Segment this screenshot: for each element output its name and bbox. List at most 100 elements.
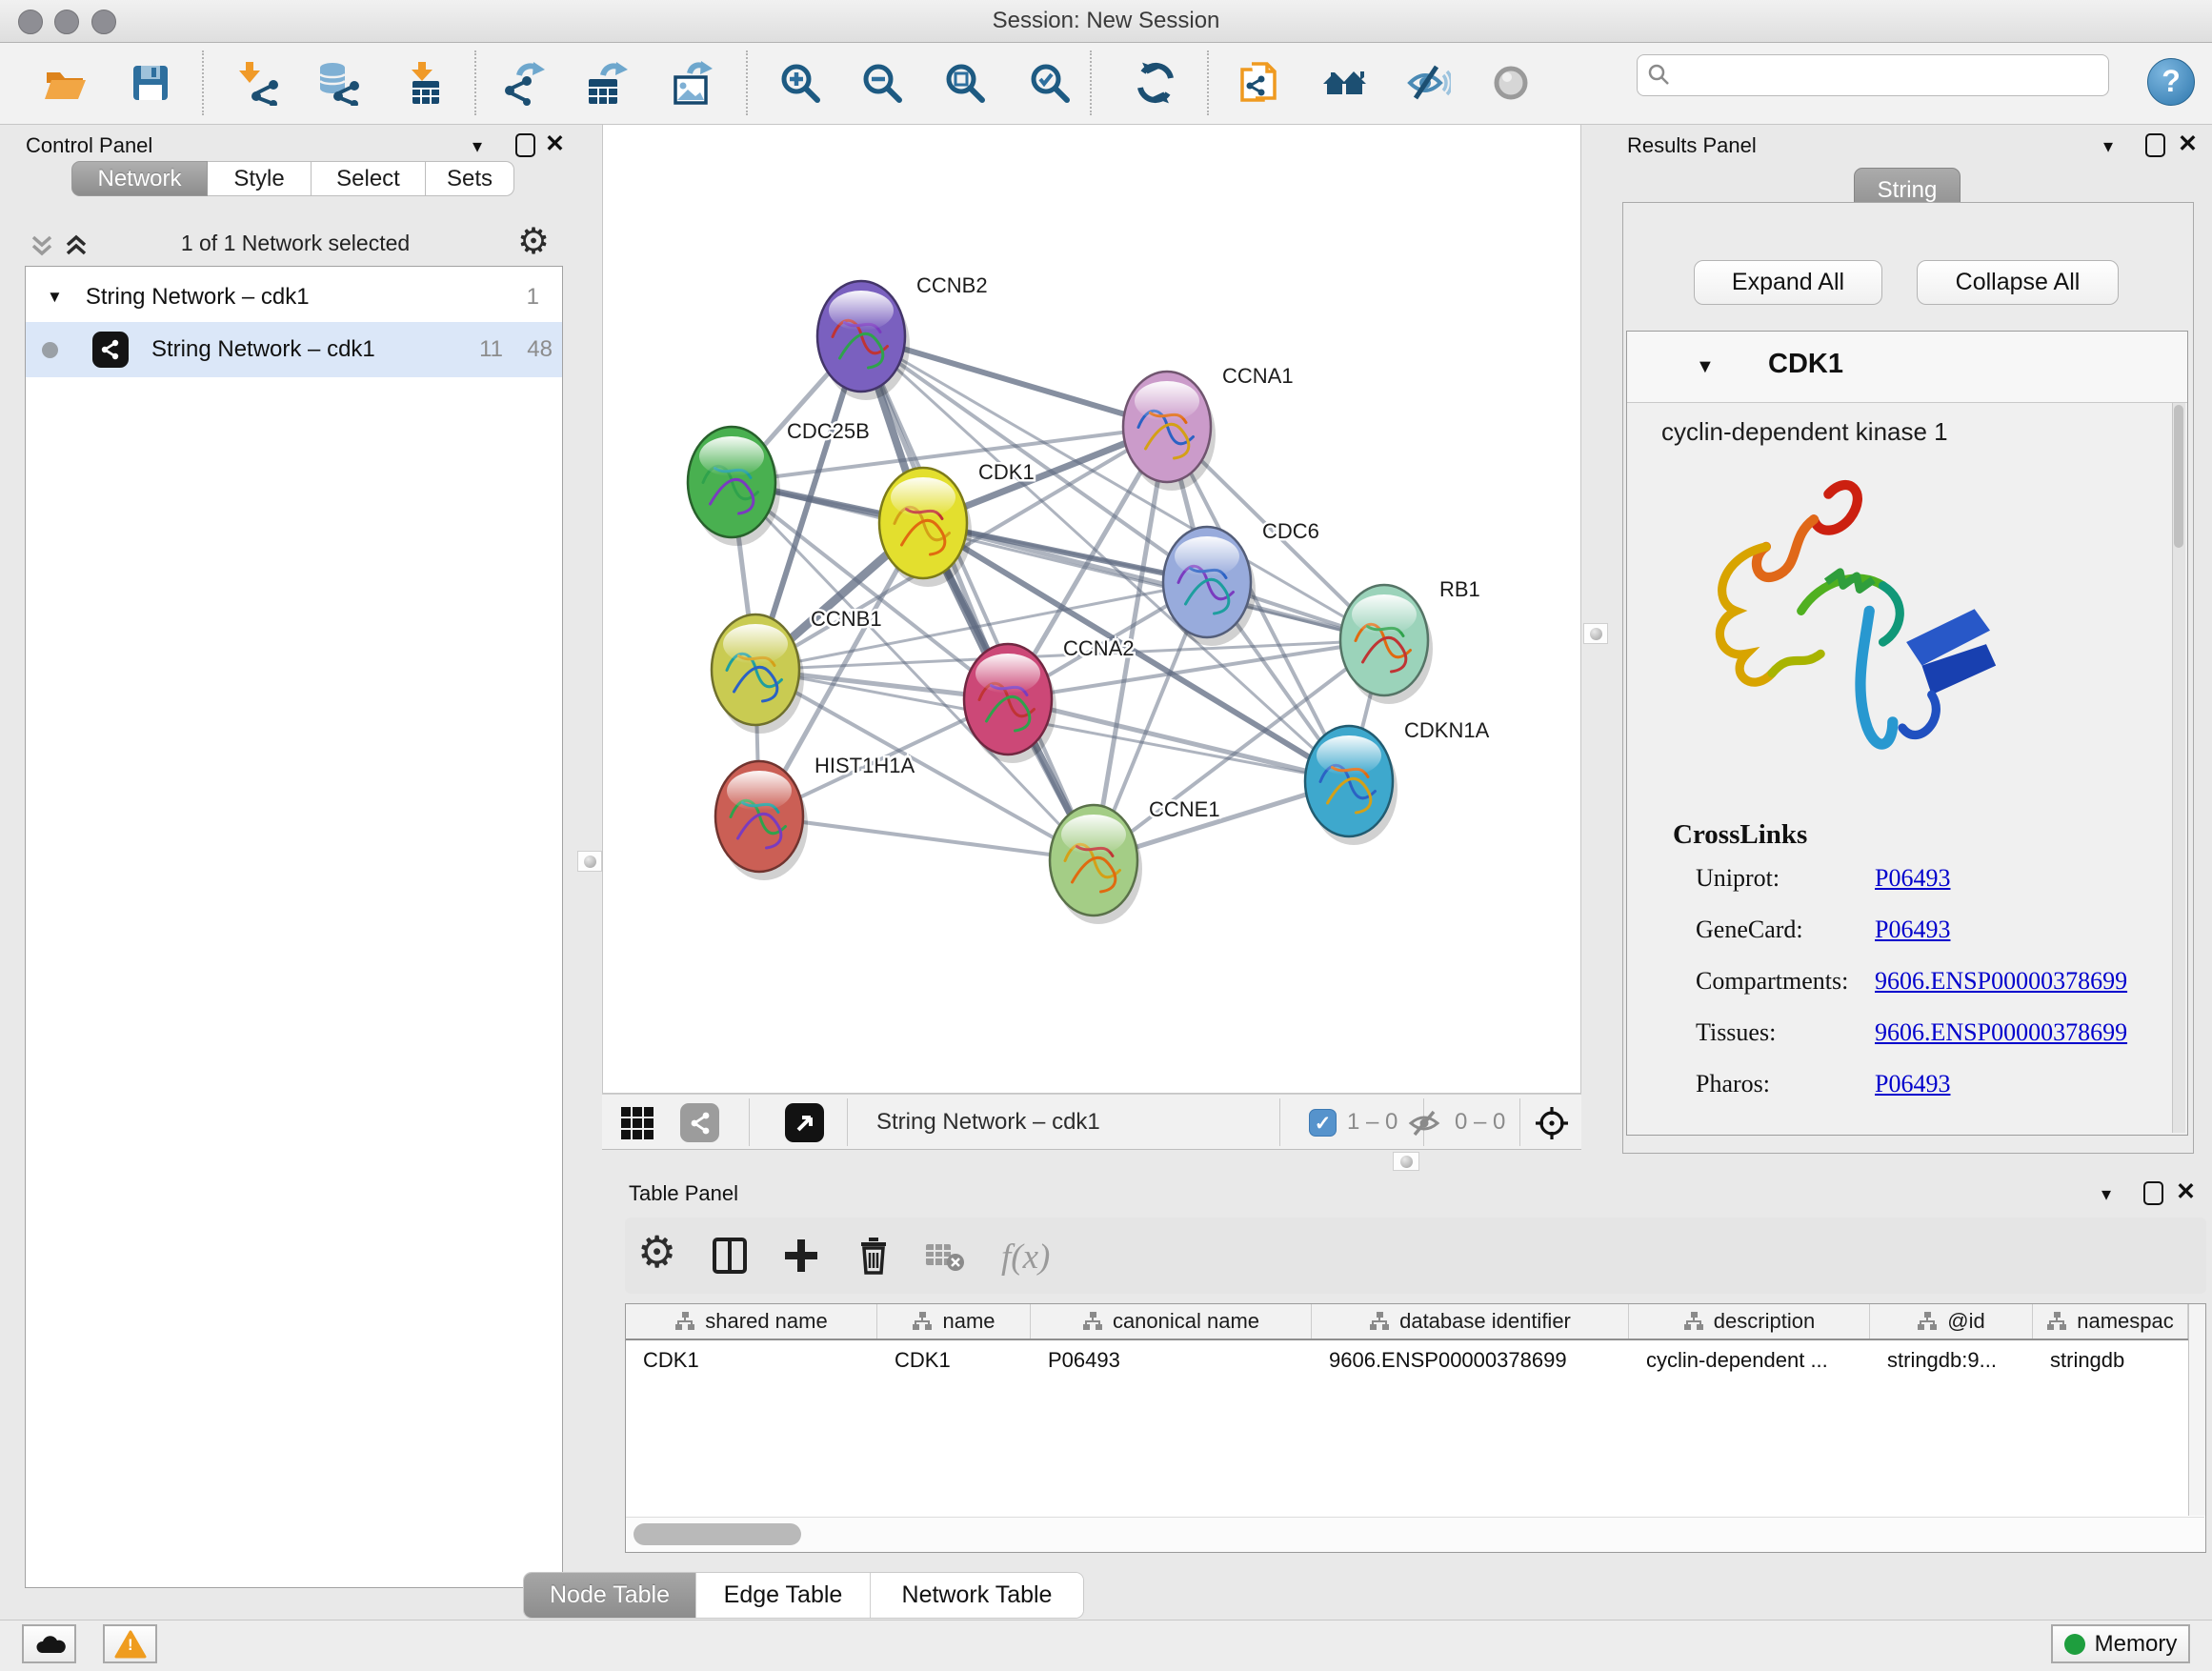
- import-network-file-icon[interactable]: [235, 60, 281, 106]
- tab-style[interactable]: Style: [208, 161, 312, 196]
- tab-network-table[interactable]: Network Table: [871, 1573, 1083, 1618]
- expand-all-networks-icon[interactable]: [63, 232, 90, 264]
- memory-status-dot: [2064, 1634, 2085, 1655]
- import-network-database-icon[interactable]: [315, 60, 361, 106]
- table-horizontal-scrollbar[interactable]: [626, 1517, 2204, 1552]
- zoom-out-icon[interactable]: [859, 60, 905, 106]
- refresh-icon[interactable]: [1133, 60, 1178, 106]
- crosslink-link[interactable]: P06493: [1875, 916, 1950, 944]
- results-scrollbar[interactable]: [2172, 403, 2185, 1133]
- clone-network-icon[interactable]: [1237, 60, 1282, 106]
- column-header-canonical-name[interactable]: canonical name: [1031, 1304, 1312, 1339]
- collection-count: 1: [527, 284, 539, 311]
- export-table-icon[interactable]: [584, 60, 630, 106]
- control-panel-float-icon[interactable]: [515, 133, 535, 157]
- hide-selected-icon[interactable]: [1405, 60, 1451, 106]
- export-image-icon[interactable]: [669, 60, 714, 106]
- tab-sets[interactable]: Sets: [426, 161, 514, 196]
- create-column-icon[interactable]: [780, 1235, 822, 1281]
- tab-select[interactable]: Select: [312, 161, 426, 196]
- table-panel-menu-icon[interactable]: ▾: [2101, 1182, 2111, 1206]
- show-all-icon[interactable]: [1488, 60, 1534, 106]
- tab-edge-table[interactable]: Edge Table: [696, 1573, 871, 1618]
- column-header-label: description: [1714, 1309, 1815, 1334]
- open-in-new-window-icon[interactable]: [785, 1103, 824, 1142]
- hidden-node-edge-counts: 0 – 0: [1455, 1109, 1505, 1136]
- node-label-ccnb1: CCNB1: [811, 607, 882, 631]
- warnings-button[interactable]: !: [103, 1624, 157, 1663]
- search-input[interactable]: [1679, 57, 2102, 93]
- network-overview-share-icon[interactable]: [680, 1103, 719, 1142]
- bottom-splitter-handle[interactable]: [1393, 1152, 1419, 1171]
- results-panel-close-icon[interactable]: ✕: [2178, 130, 2198, 158]
- cloud-status-button[interactable]: [22, 1624, 76, 1663]
- node-details-section: ▼ CDK1 cyclin-dependent kinase 1 CrossLi…: [1626, 331, 2188, 1136]
- column-header-label: shared name: [705, 1309, 827, 1334]
- results-panel-float-icon[interactable]: [2145, 133, 2165, 157]
- zoom-in-icon[interactable]: [777, 60, 823, 106]
- help-icon[interactable]: ?: [2147, 58, 2195, 106]
- results-panel-menu-icon[interactable]: ▾: [2103, 134, 2113, 158]
- open-session-icon[interactable]: [42, 60, 88, 106]
- column-header-name[interactable]: name: [877, 1304, 1031, 1339]
- column-header-description[interactable]: description: [1629, 1304, 1870, 1339]
- string-network-icon: [92, 332, 129, 368]
- control-panel-close-icon[interactable]: ✕: [545, 130, 565, 158]
- birds-eye-grid-icon[interactable]: [621, 1107, 654, 1139]
- cloud-icon: [32, 1632, 67, 1657]
- export-network-icon[interactable]: [502, 60, 548, 106]
- network-options-gear-icon[interactable]: ⚙: [517, 223, 550, 261]
- table-panel-title: Table Panel: [629, 1181, 738, 1206]
- delete-column-icon[interactable]: [853, 1235, 895, 1281]
- crosslink-label: Compartments:: [1696, 967, 1875, 996]
- home-layout-icon[interactable]: [1321, 60, 1367, 106]
- column-header-namespac[interactable]: namespac: [2033, 1304, 2188, 1339]
- protein-structure-image: [1677, 465, 2039, 820]
- function-builder-icon[interactable]: f(x): [1001, 1237, 1050, 1278]
- save-session-icon[interactable]: [128, 60, 173, 106]
- tab-node-table[interactable]: Node Table: [524, 1573, 696, 1618]
- column-header-shared-name[interactable]: shared name: [626, 1304, 877, 1339]
- right-splitter-handle[interactable]: [1583, 623, 1608, 644]
- collapse-all-networks-icon[interactable]: [29, 232, 55, 264]
- crosslink-link[interactable]: 9606.ENSP00000378699: [1875, 967, 2127, 996]
- left-splitter-handle[interactable]: [577, 851, 602, 872]
- import-table-file-icon[interactable]: [403, 60, 449, 106]
- network-collection-row[interactable]: ▼ String Network – cdk1 1: [26, 272, 562, 322]
- network-edge[interactable]: [861, 336, 1094, 860]
- results-scrollbar-thumb[interactable]: [2174, 405, 2183, 548]
- table-vertical-scrollbar[interactable]: [2188, 1304, 2205, 1516]
- column-header--id[interactable]: @id: [1870, 1304, 2033, 1339]
- collapse-entry-icon[interactable]: ▼: [1696, 356, 1715, 378]
- table-panel-float-icon[interactable]: [2143, 1181, 2163, 1205]
- column-header-database-identifier[interactable]: database identifier: [1312, 1304, 1629, 1339]
- table-settings-gear-icon[interactable]: ⚙: [637, 1231, 676, 1273]
- tab-network[interactable]: Network: [71, 161, 208, 196]
- crosslink-link[interactable]: P06493: [1875, 864, 1950, 893]
- crosslink-link[interactable]: P06493: [1875, 1070, 1950, 1098]
- delete-table-icon[interactable]: [924, 1240, 966, 1279]
- network-row-selected[interactable]: String Network – cdk1 11 48: [26, 322, 562, 377]
- table-panel-close-icon[interactable]: ✕: [2176, 1178, 2196, 1206]
- collapse-all-button[interactable]: Collapse All: [1917, 260, 2119, 305]
- expand-all-button[interactable]: Expand All: [1694, 260, 1882, 305]
- node-details-header[interactable]: ▼ CDK1: [1627, 332, 2187, 403]
- zoom-fit-icon[interactable]: [942, 60, 988, 106]
- selected-checkbox-icon[interactable]: ✓: [1309, 1109, 1337, 1137]
- node-label-hist1h1a: HIST1H1A: [814, 754, 915, 777]
- column-header-label: @id: [1947, 1309, 1984, 1334]
- crosslink-label: GeneCard:: [1696, 916, 1875, 944]
- table-row[interactable]: CDK1CDK1P064939606.ENSP00000378699cyclin…: [626, 1340, 2188, 1380]
- node-label-ccne1: CCNE1: [1149, 797, 1220, 821]
- table-scrollbar-thumb[interactable]: [633, 1523, 801, 1545]
- fit-content-crosshair-icon[interactable]: [1534, 1105, 1570, 1146]
- tree-expand-icon[interactable]: ▼: [47, 288, 63, 307]
- hidden-items-eye-slash-icon: [1407, 1106, 1441, 1145]
- zoom-selected-icon[interactable]: [1027, 60, 1073, 106]
- memory-button[interactable]: Memory: [2051, 1624, 2190, 1663]
- crosslink-link[interactable]: 9606.ENSP00000378699: [1875, 1018, 2127, 1047]
- network-edge[interactable]: [759, 816, 1094, 860]
- control-panel-menu-icon[interactable]: ▾: [473, 134, 482, 158]
- show-columns-icon[interactable]: [710, 1235, 752, 1281]
- network-canvas[interactable]: CCNB2CCNA1CDC25BCDK1CDC6RB1CCNB1CCNA2CDK…: [602, 124, 1581, 1094]
